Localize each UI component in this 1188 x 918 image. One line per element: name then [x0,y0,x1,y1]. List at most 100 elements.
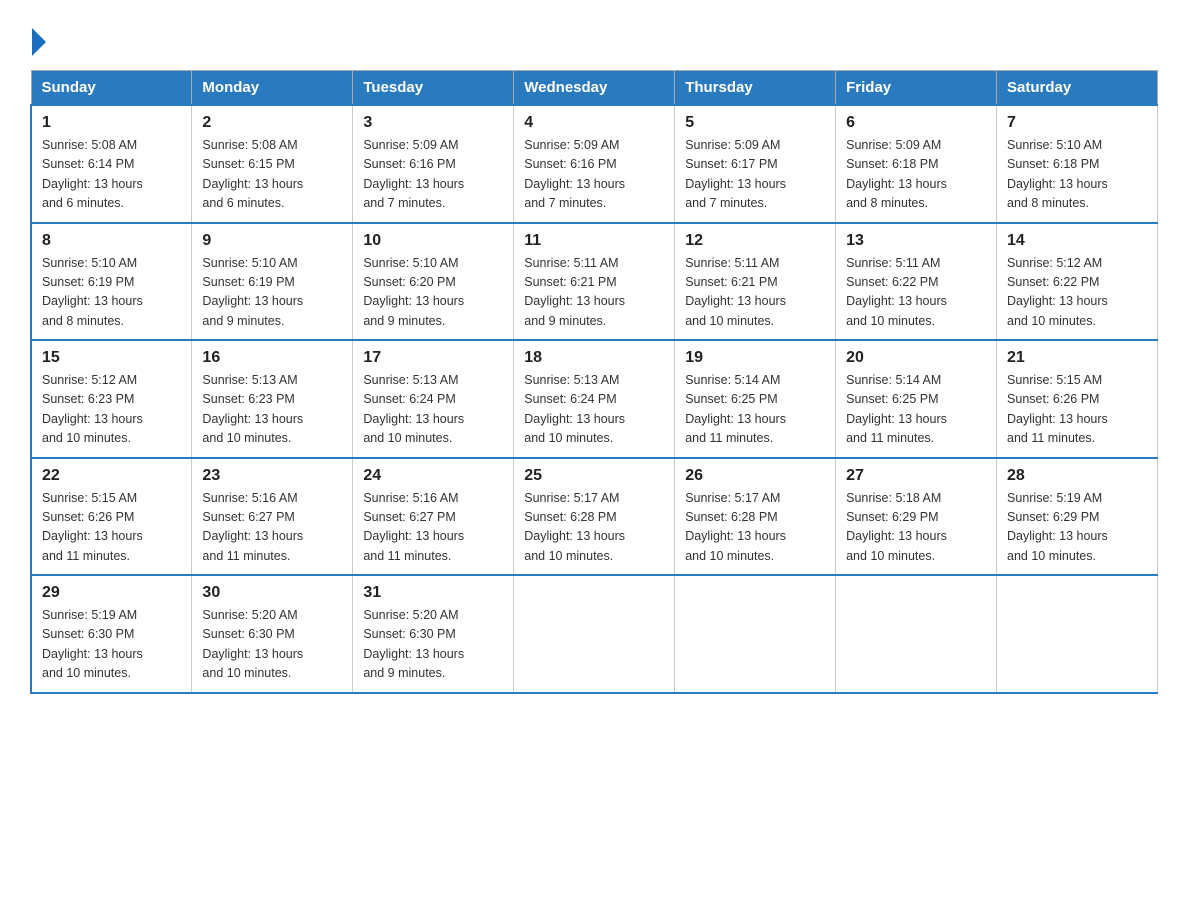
day-number: 1 [42,114,181,132]
calendar-day-cell [514,575,675,693]
day-number: 6 [846,114,986,132]
calendar-day-cell: 23 Sunrise: 5:16 AM Sunset: 6:27 PM Dayl… [192,458,353,576]
day-info: Sunrise: 5:09 AM Sunset: 6:16 PM Dayligh… [524,136,664,214]
calendar-day-header: Thursday [675,71,836,106]
day-info: Sunrise: 5:15 AM Sunset: 6:26 PM Dayligh… [1007,371,1147,449]
calendar-day-cell: 3 Sunrise: 5:09 AM Sunset: 6:16 PM Dayli… [353,105,514,223]
day-info: Sunrise: 5:09 AM Sunset: 6:17 PM Dayligh… [685,136,825,214]
day-info: Sunrise: 5:12 AM Sunset: 6:23 PM Dayligh… [42,371,181,449]
day-number: 26 [685,467,825,485]
calendar-day-cell: 14 Sunrise: 5:12 AM Sunset: 6:22 PM Dayl… [997,223,1158,341]
calendar-day-cell: 21 Sunrise: 5:15 AM Sunset: 6:26 PM Dayl… [997,340,1158,458]
day-info: Sunrise: 5:10 AM Sunset: 6:19 PM Dayligh… [42,254,181,332]
day-number: 28 [1007,467,1147,485]
day-info: Sunrise: 5:17 AM Sunset: 6:28 PM Dayligh… [524,489,664,567]
day-info: Sunrise: 5:20 AM Sunset: 6:30 PM Dayligh… [202,606,342,684]
calendar-day-cell: 18 Sunrise: 5:13 AM Sunset: 6:24 PM Dayl… [514,340,675,458]
calendar-day-header: Saturday [997,71,1158,106]
calendar-day-cell: 30 Sunrise: 5:20 AM Sunset: 6:30 PM Dayl… [192,575,353,693]
calendar-day-cell [675,575,836,693]
day-number: 23 [202,467,342,485]
calendar-week-row: 29 Sunrise: 5:19 AM Sunset: 6:30 PM Dayl… [31,575,1158,693]
day-number: 15 [42,349,181,367]
calendar-day-cell [997,575,1158,693]
day-info: Sunrise: 5:11 AM Sunset: 6:21 PM Dayligh… [524,254,664,332]
calendar-day-header: Tuesday [353,71,514,106]
calendar-day-cell: 13 Sunrise: 5:11 AM Sunset: 6:22 PM Dayl… [836,223,997,341]
day-info: Sunrise: 5:11 AM Sunset: 6:22 PM Dayligh… [846,254,986,332]
day-info: Sunrise: 5:17 AM Sunset: 6:28 PM Dayligh… [685,489,825,567]
calendar-day-cell: 12 Sunrise: 5:11 AM Sunset: 6:21 PM Dayl… [675,223,836,341]
calendar-week-row: 15 Sunrise: 5:12 AM Sunset: 6:23 PM Dayl… [31,340,1158,458]
day-number: 17 [363,349,503,367]
calendar-day-cell: 20 Sunrise: 5:14 AM Sunset: 6:25 PM Dayl… [836,340,997,458]
calendar-day-cell: 10 Sunrise: 5:10 AM Sunset: 6:20 PM Dayl… [353,223,514,341]
logo-arrow-icon [32,28,46,56]
day-number: 31 [363,584,503,602]
calendar-day-cell: 4 Sunrise: 5:09 AM Sunset: 6:16 PM Dayli… [514,105,675,223]
calendar-day-cell [836,575,997,693]
day-info: Sunrise: 5:13 AM Sunset: 6:23 PM Dayligh… [202,371,342,449]
calendar-day-cell: 28 Sunrise: 5:19 AM Sunset: 6:29 PM Dayl… [997,458,1158,576]
day-info: Sunrise: 5:20 AM Sunset: 6:30 PM Dayligh… [363,606,503,684]
day-number: 19 [685,349,825,367]
day-info: Sunrise: 5:18 AM Sunset: 6:29 PM Dayligh… [846,489,986,567]
day-number: 24 [363,467,503,485]
day-info: Sunrise: 5:09 AM Sunset: 6:18 PM Dayligh… [846,136,986,214]
calendar-day-cell: 22 Sunrise: 5:15 AM Sunset: 6:26 PM Dayl… [31,458,192,576]
day-number: 7 [1007,114,1147,132]
calendar-day-header: Sunday [31,71,192,106]
calendar-day-cell: 27 Sunrise: 5:18 AM Sunset: 6:29 PM Dayl… [836,458,997,576]
day-number: 30 [202,584,342,602]
calendar-day-cell: 29 Sunrise: 5:19 AM Sunset: 6:30 PM Dayl… [31,575,192,693]
calendar-day-cell: 8 Sunrise: 5:10 AM Sunset: 6:19 PM Dayli… [31,223,192,341]
calendar-day-header: Wednesday [514,71,675,106]
day-info: Sunrise: 5:12 AM Sunset: 6:22 PM Dayligh… [1007,254,1147,332]
calendar-week-row: 8 Sunrise: 5:10 AM Sunset: 6:19 PM Dayli… [31,223,1158,341]
day-number: 29 [42,584,181,602]
calendar-day-cell: 26 Sunrise: 5:17 AM Sunset: 6:28 PM Dayl… [675,458,836,576]
day-number: 22 [42,467,181,485]
day-info: Sunrise: 5:15 AM Sunset: 6:26 PM Dayligh… [42,489,181,567]
calendar-table: SundayMondayTuesdayWednesdayThursdayFrid… [30,70,1158,694]
calendar-day-cell: 24 Sunrise: 5:16 AM Sunset: 6:27 PM Dayl… [353,458,514,576]
calendar-day-cell: 25 Sunrise: 5:17 AM Sunset: 6:28 PM Dayl… [514,458,675,576]
day-info: Sunrise: 5:16 AM Sunset: 6:27 PM Dayligh… [202,489,342,567]
day-number: 3 [363,114,503,132]
day-number: 18 [524,349,664,367]
day-number: 21 [1007,349,1147,367]
calendar-week-row: 22 Sunrise: 5:15 AM Sunset: 6:26 PM Dayl… [31,458,1158,576]
calendar-day-cell: 2 Sunrise: 5:08 AM Sunset: 6:15 PM Dayli… [192,105,353,223]
day-number: 10 [363,232,503,250]
day-info: Sunrise: 5:08 AM Sunset: 6:14 PM Dayligh… [42,136,181,214]
calendar-day-cell: 1 Sunrise: 5:08 AM Sunset: 6:14 PM Dayli… [31,105,192,223]
day-number: 2 [202,114,342,132]
day-number: 14 [1007,232,1147,250]
calendar-day-cell: 6 Sunrise: 5:09 AM Sunset: 6:18 PM Dayli… [836,105,997,223]
day-number: 8 [42,232,181,250]
day-info: Sunrise: 5:10 AM Sunset: 6:18 PM Dayligh… [1007,136,1147,214]
day-info: Sunrise: 5:08 AM Sunset: 6:15 PM Dayligh… [202,136,342,214]
day-number: 4 [524,114,664,132]
day-number: 9 [202,232,342,250]
day-number: 27 [846,467,986,485]
calendar-day-cell: 31 Sunrise: 5:20 AM Sunset: 6:30 PM Dayl… [353,575,514,693]
day-info: Sunrise: 5:14 AM Sunset: 6:25 PM Dayligh… [846,371,986,449]
day-number: 5 [685,114,825,132]
calendar-week-row: 1 Sunrise: 5:08 AM Sunset: 6:14 PM Dayli… [31,105,1158,223]
day-info: Sunrise: 5:19 AM Sunset: 6:30 PM Dayligh… [42,606,181,684]
calendar-header-row: SundayMondayTuesdayWednesdayThursdayFrid… [31,71,1158,106]
day-info: Sunrise: 5:11 AM Sunset: 6:21 PM Dayligh… [685,254,825,332]
day-info: Sunrise: 5:14 AM Sunset: 6:25 PM Dayligh… [685,371,825,449]
calendar-day-cell: 11 Sunrise: 5:11 AM Sunset: 6:21 PM Dayl… [514,223,675,341]
day-info: Sunrise: 5:10 AM Sunset: 6:19 PM Dayligh… [202,254,342,332]
calendar-day-cell: 9 Sunrise: 5:10 AM Sunset: 6:19 PM Dayli… [192,223,353,341]
calendar-day-cell: 17 Sunrise: 5:13 AM Sunset: 6:24 PM Dayl… [353,340,514,458]
day-number: 25 [524,467,664,485]
day-info: Sunrise: 5:19 AM Sunset: 6:29 PM Dayligh… [1007,489,1147,567]
day-info: Sunrise: 5:10 AM Sunset: 6:20 PM Dayligh… [363,254,503,332]
day-number: 11 [524,232,664,250]
calendar-day-cell: 5 Sunrise: 5:09 AM Sunset: 6:17 PM Dayli… [675,105,836,223]
day-number: 13 [846,232,986,250]
calendar-day-header: Friday [836,71,997,106]
